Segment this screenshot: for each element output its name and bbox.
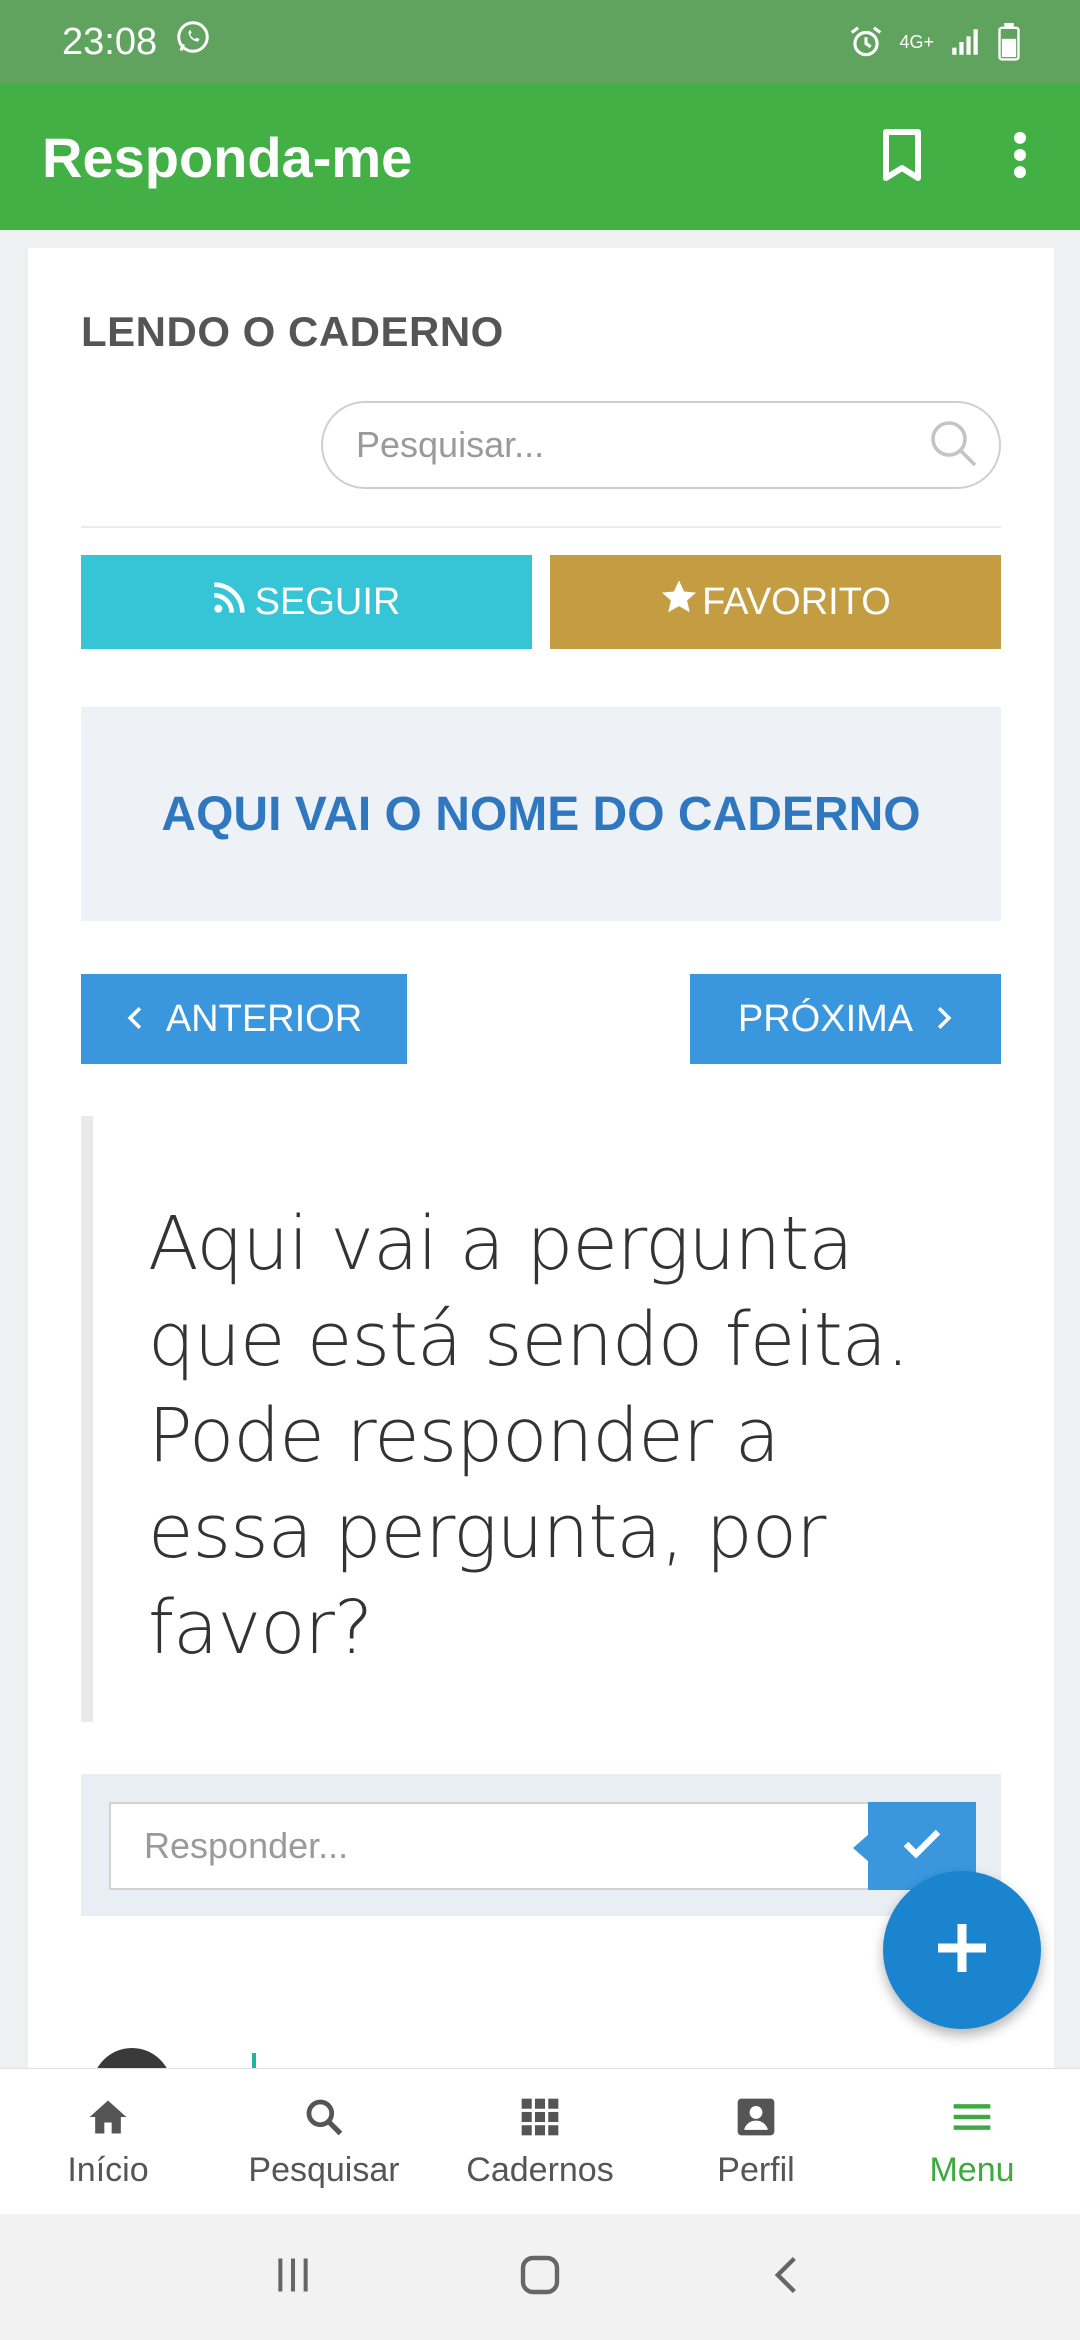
plus-icon [934,1920,990,1981]
nav-item-inicio[interactable]: Início [0,2069,216,2214]
app-bar: Responda-me [0,84,1080,230]
status-right: 4G+ [847,23,1022,61]
status-bar: 23:08 4G+ [0,0,1080,84]
more-options-button[interactable] [990,127,1050,187]
answer-input[interactable] [144,1825,919,1867]
nav-item-menu[interactable]: Menu [864,2069,1080,2214]
previous-button[interactable]: ANTERIOR [81,974,407,1064]
chevron-left-icon [126,998,144,1041]
check-icon [902,1828,942,1865]
follow-label: SEGUIR [254,580,401,623]
submit-tip [853,1834,869,1862]
nav-item-cadernos[interactable]: Cadernos [432,2069,648,2214]
follow-button[interactable]: SEGUIR [81,555,532,649]
question-block: Aqui vai a pergunta que está sendo feita… [81,1116,1001,1722]
chevron-right-icon [935,998,953,1041]
section-heading: LENDO O CADERNO [81,308,504,355]
next-label: PRÓXIMA [737,997,914,1040]
notebook-name: AQUI VAI O NOME DO CADERNO [161,787,921,841]
recent-apps-button[interactable] [271,2253,315,2302]
app-actions [872,127,1050,187]
search-icon [302,2091,346,2143]
home-button[interactable] [516,2251,564,2304]
signal-icon [948,25,982,59]
status-time: 23:08 [62,20,158,63]
answer-box [81,1774,1001,1916]
network-type: 4G+ [899,32,934,52]
menu-icon [950,2091,994,2143]
bookmark-icon [880,128,924,187]
notebook-content: LENDO O CADERNO SEGUIR FAVORITO AQUI VAI… [28,248,1054,2088]
search-box [321,401,1001,489]
app-title: Responda-me [42,125,413,189]
whatsapp-icon [175,19,211,65]
status-left: 23:08 [62,19,211,65]
nav-label-pesquisar: Pesquisar [248,2151,400,2189]
search-icon[interactable] [927,417,979,474]
answer-field [109,1802,921,1890]
divider [81,526,1001,528]
bookmark-button[interactable] [872,127,932,187]
nav-label-inicio: Início [67,2151,149,2189]
action-buttons: SEGUIR FAVORITO [81,555,1001,649]
nav-item-perfil[interactable]: Perfil [648,2069,864,2214]
grid-icon [518,2091,562,2143]
profile-icon [734,2091,778,2143]
bottom-nav: Início Pesquisar Cadernos Perfil Menu [0,2068,1080,2214]
favorite-label: FAVORITO [702,580,891,623]
nav-label-menu: Menu [929,2151,1015,2189]
previous-label: ANTERIOR [165,997,363,1040]
favorite-button[interactable]: FAVORITO [550,555,1001,649]
star-icon [660,578,698,626]
add-button[interactable] [883,1871,1041,2029]
nav-item-pesquisar[interactable]: Pesquisar [216,2069,432,2214]
system-nav [0,2214,1080,2340]
back-button[interactable] [765,2253,809,2302]
search-input[interactable] [356,424,927,466]
alarm-icon [847,23,885,61]
question-text: Aqui vai a pergunta que está sendo feita… [148,1201,910,1671]
nav-label-perfil: Perfil [717,2151,795,2189]
nav-label-cadernos: Cadernos [466,2151,614,2189]
rss-icon [213,581,245,624]
home-icon [86,2091,130,2143]
notebook-name-box: AQUI VAI O NOME DO CADERNO [81,707,1001,921]
battery-icon [996,23,1022,61]
next-button[interactable]: PRÓXIMA [690,974,1001,1064]
more-vert-icon [1013,131,1027,184]
